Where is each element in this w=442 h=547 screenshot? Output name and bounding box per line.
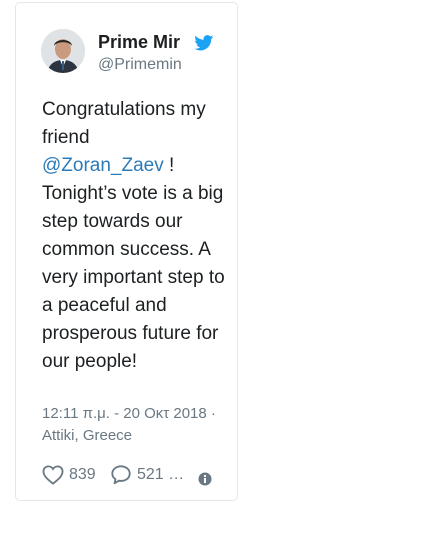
avatar-photo-icon: [41, 29, 85, 73]
display-name[interactable]: Prime Mir: [98, 32, 180, 52]
meta-separator: ·: [206, 405, 216, 422]
twitter-bird-icon[interactable]: [194, 35, 214, 51]
heart-icon: [42, 465, 64, 485]
like-count: 839: [69, 466, 96, 483]
speech-bubble-icon: [111, 465, 131, 485]
like-button[interactable]: 839: [42, 463, 96, 487]
mention-link[interactable]: @Zoran_Zaev: [42, 155, 164, 176]
tweet-text-body: ! Tonight’s vote is a big step towards o…: [42, 155, 225, 372]
avatar[interactable]: [41, 29, 85, 73]
tweet-text-intro: Congratulations my friend: [42, 99, 206, 148]
tweet-meta: 12:11 π.μ. - 20 Οκτ 2018 · Attiki, Greec…: [42, 403, 232, 447]
info-icon: [198, 472, 212, 486]
tweet-text: Congratulations my friend @Zoran_Zaev ! T…: [42, 96, 228, 376]
tweet-actions: 839 521 …: [42, 463, 232, 487]
reply-button[interactable]: 521 …: [110, 463, 184, 487]
tweet-header: Prime Mir @Primemin: [40, 27, 230, 83]
reply-count: 521 …: [137, 466, 185, 483]
info-button[interactable]: [198, 467, 212, 491]
tweet-card[interactable]: Prime Mir @Primemin Congratulations my f…: [15, 2, 238, 501]
handle[interactable]: @Primemin: [98, 55, 182, 75]
timestamp-link[interactable]: 12:11 π.μ. - 20 Οκτ 2018: [42, 405, 207, 422]
location-link[interactable]: Attiki, Greece: [42, 427, 132, 444]
